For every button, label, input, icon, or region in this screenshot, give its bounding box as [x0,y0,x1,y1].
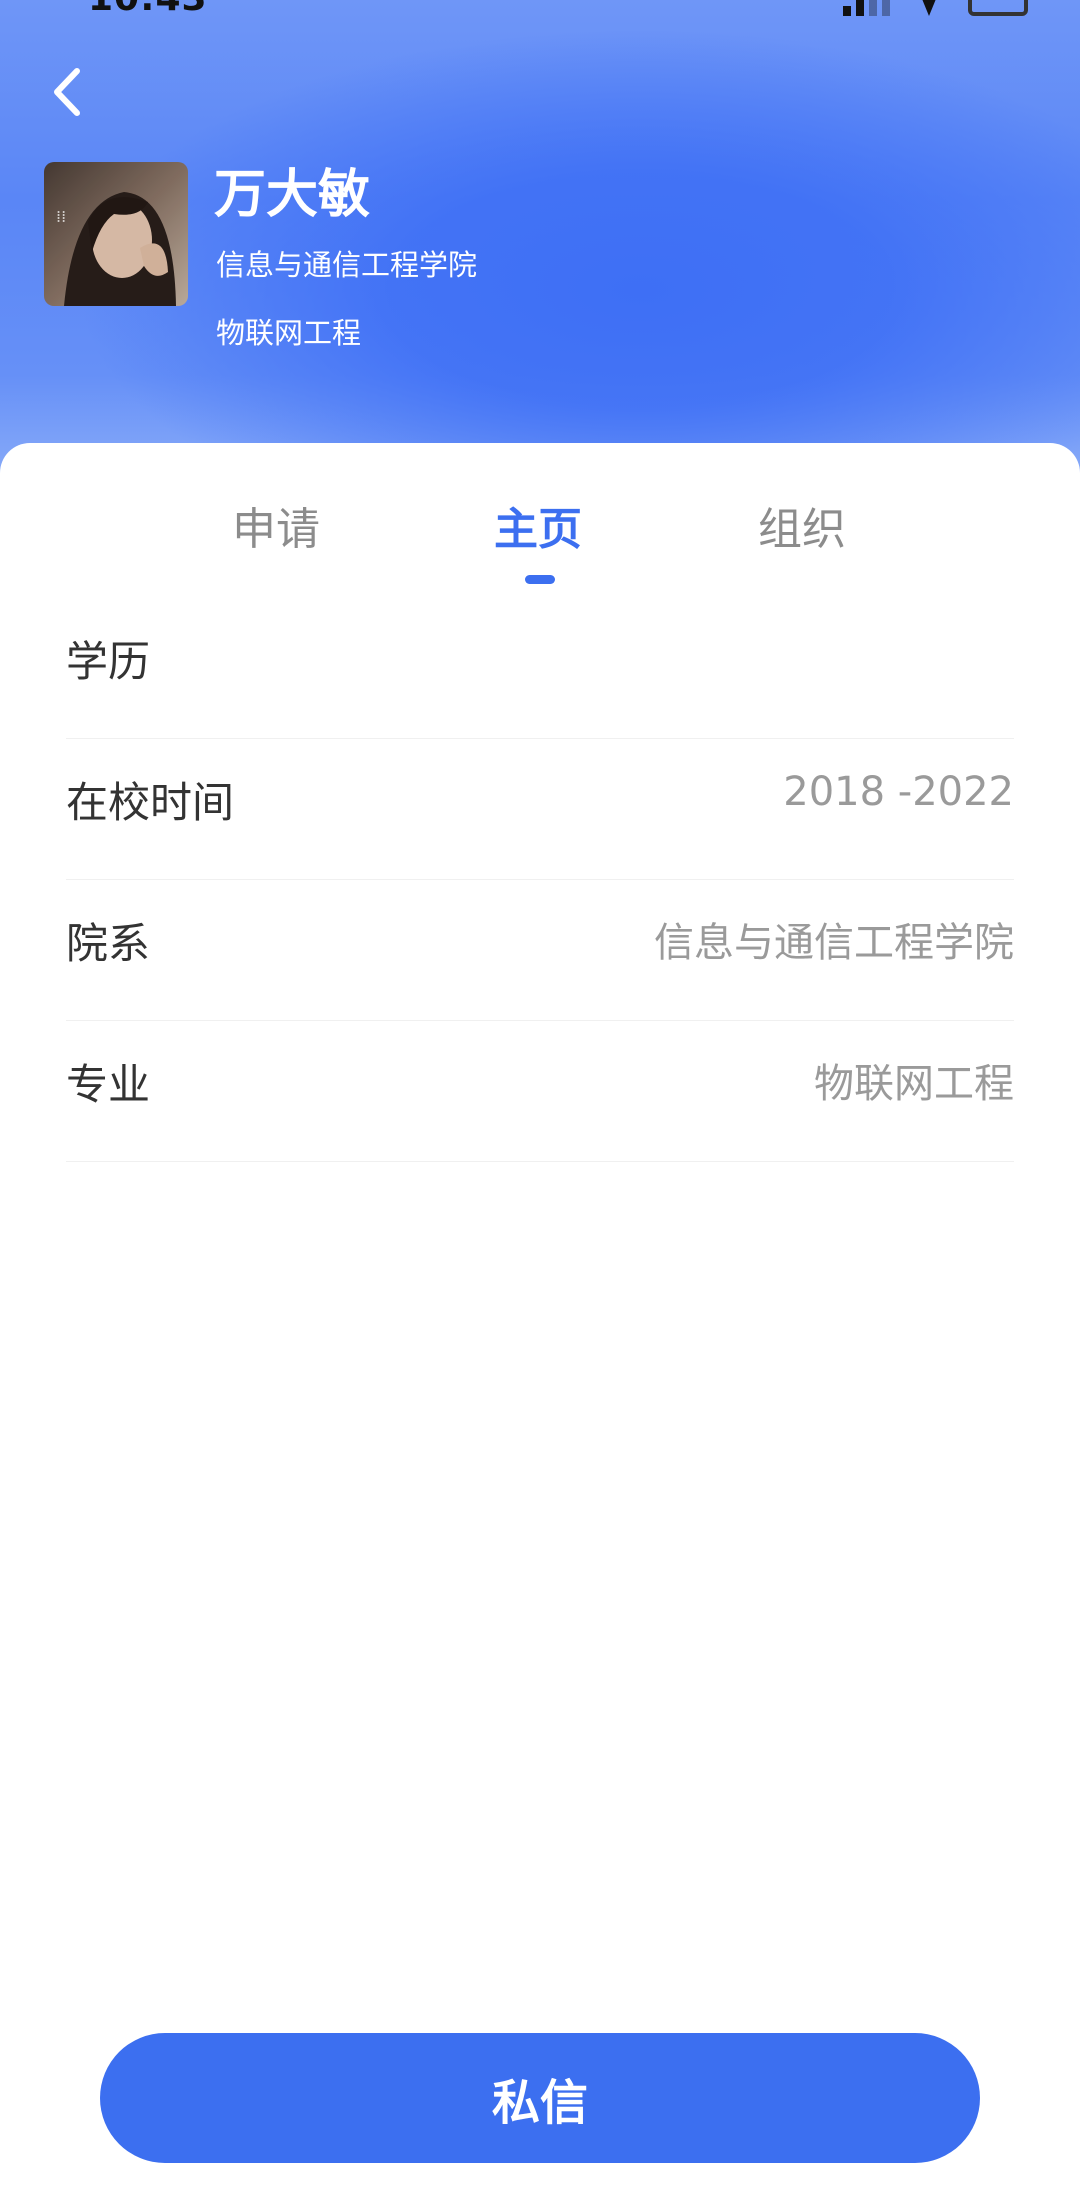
back-button[interactable] [42,62,92,122]
tab-home[interactable]: 主页 [494,493,582,557]
info-label: 专业 [66,1060,151,1109]
profile-college: 信息与通信工程学院 [216,248,478,282]
info-value: 2018 -2022 [783,769,1014,815]
chevron-left-icon [54,68,80,116]
info-row-department: 院系 信息与通信工程学院 [66,880,1014,1021]
info-label: 学历 [66,637,151,686]
info-value: 物联网工程 [814,1061,1014,1107]
tab-indicator [525,575,555,584]
tab-apply[interactable]: 申请 [232,493,320,557]
battery-icon [968,0,1028,16]
content-sheet: 申请 主页 组织 学历 在校时间 2018 -2022 院系 信息与通信工程学院… [0,443,1080,2192]
profile-screen: 10:43 [0,0,1080,2192]
info-label: 在校时间 [66,778,235,827]
tab-organization[interactable]: 组织 [758,493,846,557]
avatar[interactable]: ⁞⁞ [44,162,188,306]
info-list: 学历 在校时间 2018 -2022 院系 信息与通信工程学院 专业 物联网工程 [66,598,1014,1162]
info-row-education: 学历 [66,598,1014,739]
signal-icon [843,0,890,16]
profile-photo: ⁞⁞ [44,162,188,306]
status-icons [843,0,1028,16]
status-time: 10:43 [88,0,208,19]
private-message-button[interactable]: 私信 [100,2033,980,2163]
status-bar: 10:43 [0,0,1080,20]
info-row-enrollment-period: 在校时间 2018 -2022 [66,739,1014,880]
profile-major: 物联网工程 [216,316,362,350]
svg-text:⁞⁞: ⁞⁞ [56,207,66,226]
info-value: 信息与通信工程学院 [654,920,1014,966]
wifi-icon [920,0,938,16]
info-row-major: 专业 物联网工程 [66,1021,1014,1162]
info-label: 院系 [66,919,151,968]
profile-name: 万大敏 [214,165,371,225]
